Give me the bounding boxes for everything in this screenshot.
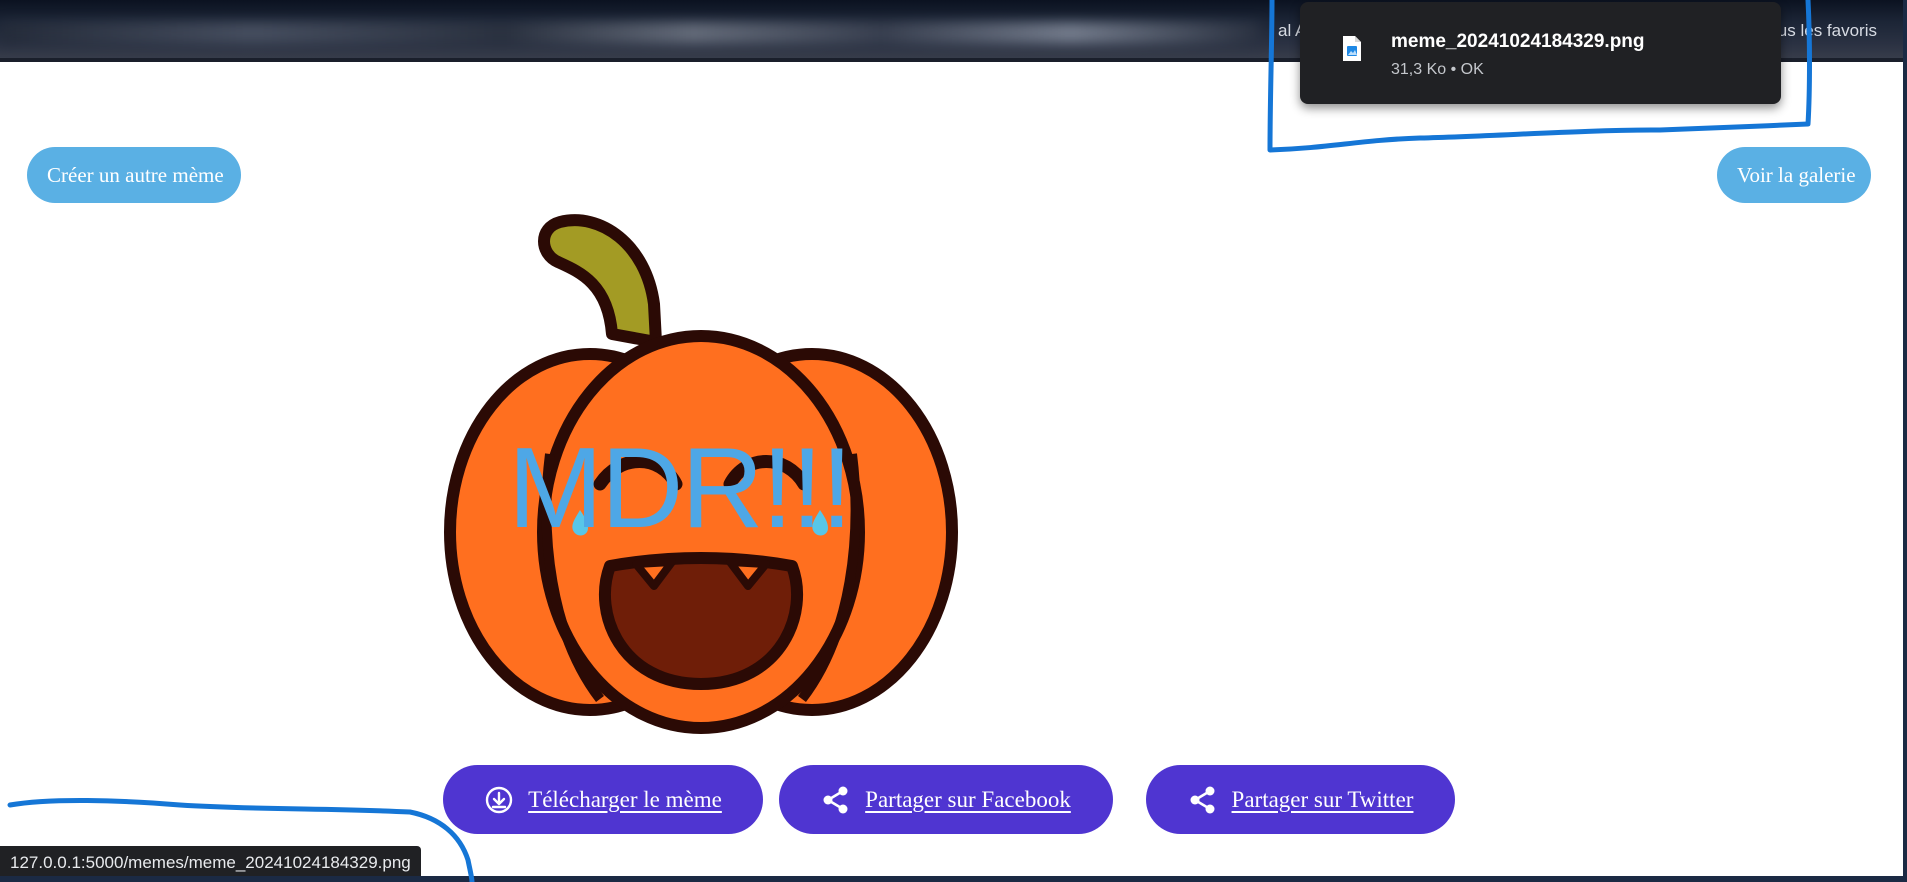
meme-caption: MDR!!!	[508, 425, 853, 552]
all-bookmarks-link[interactable]: us les favoris	[1778, 21, 1877, 41]
view-gallery-button[interactable]: Voir la galerie	[1717, 147, 1871, 203]
download-cloud-icon	[485, 786, 513, 813]
download-status: 31,3 Ko • OK	[1391, 61, 1484, 78]
bookmarks-blurred-region	[0, 22, 1260, 44]
share-icon	[823, 786, 848, 813]
create-another-meme-button[interactable]: Créer un autre mème	[27, 147, 241, 203]
share-twitter-button[interactable]: Partager sur Twitter	[1146, 765, 1455, 834]
link-status-bar: 127.0.0.1:5000/memes/meme_20241024184329…	[0, 846, 421, 879]
browser-viewport: al An us les favoris meme_20241024184329…	[0, 0, 1907, 882]
download-filename[interactable]: meme_20241024184329.png	[1391, 31, 1645, 53]
image-file-icon	[1343, 36, 1361, 61]
window-bottom-edge	[0, 876, 1907, 882]
download-meme-label: Télécharger le mème	[528, 786, 722, 812]
download-meme-button[interactable]: Télécharger le mème	[443, 765, 763, 834]
window-right-edge	[1903, 0, 1907, 882]
share-facebook-label: Partager sur Facebook	[865, 786, 1071, 812]
download-popup[interactable]: meme_20241024184329.png 31,3 Ko • OK	[1300, 2, 1781, 104]
share-twitter-label: Partager sur Twitter	[1231, 786, 1414, 812]
share-icon	[1190, 786, 1215, 813]
share-facebook-button[interactable]: Partager sur Facebook	[779, 765, 1113, 834]
